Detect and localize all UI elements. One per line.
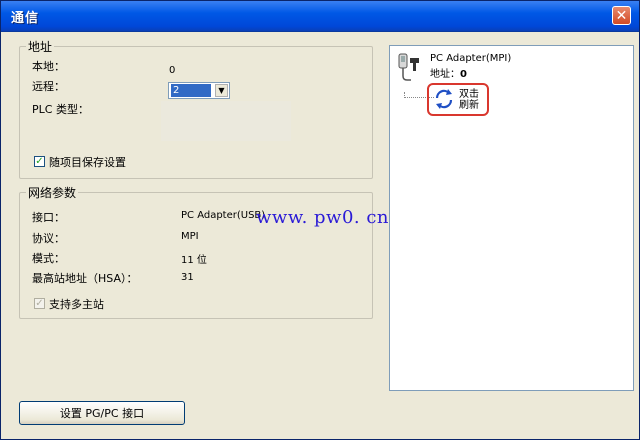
network-params-legend: 网络参数 xyxy=(28,186,77,200)
interface-value: PC Adapter(USB) xyxy=(181,210,266,221)
mode-label: 模式： xyxy=(32,252,65,265)
hsa-label: 最高站地址（HSA）： xyxy=(32,272,138,285)
watermark-text: www. pw0. cn xyxy=(256,207,390,228)
communication-dialog: 通信 ✕ 地址 本地： 0 远程： 2 ▼ PLC 类型： ✓ 随项目保存设置 … xyxy=(0,0,640,440)
hsa-value: 31 xyxy=(181,272,194,283)
pc-adapter-icon[interactable] xyxy=(397,52,427,84)
save-with-project-checkbox[interactable]: ✓ xyxy=(34,156,45,167)
address-group-legend: 地址 xyxy=(28,40,53,54)
plc-type-label: PLC 类型： xyxy=(32,103,89,116)
close-button[interactable]: ✕ xyxy=(612,6,631,25)
protocol-label: 协议： xyxy=(32,232,65,245)
close-icon: ✕ xyxy=(615,7,628,24)
refresh-icon[interactable] xyxy=(434,88,454,110)
remote-address-select[interactable]: 2 ▼ xyxy=(168,82,230,99)
address-label: 地址： xyxy=(430,69,460,80)
interface-label: 接口： xyxy=(32,211,65,224)
window-title: 通信 xyxy=(11,11,40,26)
save-with-project-label: 随项目保存设置 xyxy=(49,156,126,169)
pc-adapter-address: 地址：0 xyxy=(430,65,467,80)
local-label: 本地： xyxy=(32,60,65,73)
protocol-value: MPI xyxy=(181,231,199,242)
address-value: 0 xyxy=(460,69,467,80)
set-pgpc-interface-button[interactable]: 设置 PG/PC 接口 xyxy=(19,401,185,425)
pc-adapter-node-label[interactable]: PC Adapter(MPI) xyxy=(430,53,511,64)
chevron-down-icon[interactable]: ▼ xyxy=(215,84,228,97)
refresh-label-refresh[interactable]: 刷新 xyxy=(459,96,479,111)
multi-master-checkbox[interactable]: ✓ xyxy=(34,298,45,309)
network-tree-panel[interactable]: PC Adapter(MPI) 地址：0 双击 刷新 xyxy=(389,45,634,391)
local-value: 0 xyxy=(169,65,176,76)
remote-address-value: 2 xyxy=(171,84,211,97)
mode-value: 11 位 xyxy=(181,255,207,266)
remote-label: 远程： xyxy=(32,80,65,93)
multi-master-label: 支持多主站 xyxy=(49,298,104,311)
plc-type-display xyxy=(161,101,291,141)
title-bar[interactable]: 通信 ✕ xyxy=(1,1,639,32)
